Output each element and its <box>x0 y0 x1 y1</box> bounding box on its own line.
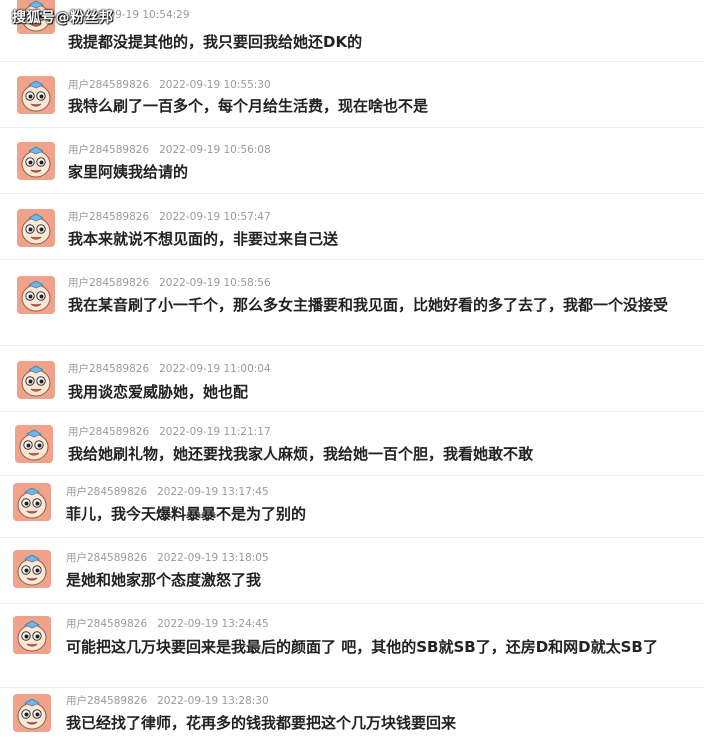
comment-meta: 用户284589826 2022-09-19 13:17:45 <box>66 484 269 499</box>
comment-username[interactable]: 用户284589826 <box>68 211 149 223</box>
avatar[interactable] <box>13 550 51 588</box>
comment-item: 用户284589826 2022-09-19 13:28:30 我已经找了律师，花… <box>0 688 705 742</box>
comment-time: 2022-09-19 10:56:08 <box>159 144 271 156</box>
comment-time: 2022-09-19 13:28:30 <box>157 695 269 707</box>
sohu-watermark: 搜狐号@粉丝邦 <box>12 10 114 26</box>
cartoon-face-icon <box>15 425 53 463</box>
comment-meta: 用户284589826 2022-09-19 10:56:08 <box>68 142 271 157</box>
comment-text: 我提都没提其他的，我只要回我给她还DK的 <box>68 33 363 51</box>
cartoon-face-icon <box>17 209 55 247</box>
comment-time: 2022-09-19 10:57:47 <box>159 211 271 223</box>
avatar[interactable] <box>17 361 55 399</box>
comment-meta: 用户284589826 2022-09-19 13:18:05 <box>66 550 269 565</box>
comment-time: 2022-09-19 13:17:45 <box>157 486 269 498</box>
comment-text: 我给她刷礼物，她还要找我家人麻烦，我给她一百个胆，我看她敢不敢 <box>68 445 534 463</box>
comment-text: 我在某音刷了小一千个，那么多女主播要和我见面，比她好看的多了去了，我都一个没接受 <box>68 296 669 314</box>
comment-username[interactable]: 用户284589826 <box>68 79 149 91</box>
comment-meta: 用户284589826 2022-09-19 13:24:45 <box>66 616 269 631</box>
comment-username[interactable]: 用户284589826 <box>68 277 149 289</box>
cartoon-face-icon <box>17 142 55 180</box>
cartoon-face-icon <box>13 616 51 654</box>
comment-username[interactable]: 用户284589826 <box>68 363 149 375</box>
cartoon-face-icon <box>13 483 51 521</box>
cartoon-face-icon <box>17 361 55 399</box>
comment-item: 用户284589826 2022-09-19 10:57:47 我本来就说不想见面… <box>0 194 705 260</box>
comment-item: 用户284589826 2022-09-19 11:21:17 我给她刷礼物，她还… <box>0 412 705 476</box>
comment-meta: 用户284589826 2022-09-19 11:00:04 <box>68 361 271 376</box>
comment-text: 我用谈恋爱威胁她，她也配 <box>68 383 249 401</box>
comment-text: 家里阿姨我给请的 <box>68 163 189 181</box>
comment-item: 用户284589826 2022-09-19 10:58:56 我在某音刷了小一千… <box>0 260 705 346</box>
avatar[interactable] <box>17 142 55 180</box>
comment-meta: 用户284589826 2022-09-19 10:57:47 <box>68 209 271 224</box>
avatar[interactable] <box>13 694 51 732</box>
comment-time: 2022-09-19 10:58:56 <box>159 277 271 289</box>
comment-meta: 用户284589826 2022-09-19 13:28:30 <box>66 693 269 708</box>
comment-time: 2022-09-19 11:21:17 <box>159 426 271 438</box>
comment-text: 我已经找了律师，花再多的钱我都要把这个几万块钱要回来 <box>66 714 457 732</box>
avatar[interactable] <box>13 616 51 654</box>
comment-username[interactable]: 用户284589826 <box>66 552 147 564</box>
avatar[interactable] <box>17 209 55 247</box>
comment-meta: 用户284589826 2022-09-19 11:21:17 <box>68 424 271 439</box>
comment-item: 用户284589826 2022-09-19 13:24:45 可能把这几万块要回… <box>0 604 705 688</box>
comment-username[interactable]: 用户284589826 <box>66 486 147 498</box>
comment-text: 菲儿，我今天爆料暴暴不是为了别的 <box>66 505 307 523</box>
comment-time: 2022-09-19 13:18:05 <box>157 552 269 564</box>
avatar[interactable] <box>15 425 53 463</box>
cartoon-face-icon <box>17 76 55 114</box>
avatar[interactable] <box>17 276 55 314</box>
comment-username[interactable]: 用户284589826 <box>66 618 147 630</box>
comment-text: 我本来就说不想见面的，非要过来自己送 <box>68 230 339 248</box>
comment-time: 2022-09-19 11:00:04 <box>159 363 271 375</box>
comment-item: 用户284589826 2022-09-19 10:55:30 我特么刷了一百多个… <box>0 62 705 128</box>
avatar[interactable] <box>13 483 51 521</box>
comment-username[interactable]: 用户284589826 <box>68 144 149 156</box>
comment-meta: 用户284589826 2022-09-19 10:55:30 <box>68 77 271 92</box>
comment-item: 用户284589826 2022-09-19 13:17:45 菲儿，我今天爆料暴… <box>0 476 705 538</box>
comment-time: 2022-09-19 13:24:45 <box>157 618 269 630</box>
comment-text: 我特么刷了一百多个，每个月给生活费，现在啥也不是 <box>68 97 429 115</box>
comment-text: 可能把这几万块要回来是我最后的颜面了 吧，其他的SB就SB了，还房D和网D就太S… <box>66 638 658 656</box>
comment-item: 用户284589826 2022-09-19 10:56:08 家里阿姨我给请的 <box>0 128 705 194</box>
comment-time: 2022-09-19 10:55:30 <box>159 79 271 91</box>
comment-item: 用户284589826 2022-09-19 11:00:04 我用谈恋爱威胁她，… <box>0 346 705 412</box>
comment-text: 是她和她家那个态度激怒了我 <box>66 571 262 589</box>
cartoon-face-icon <box>17 276 55 314</box>
avatar[interactable] <box>17 76 55 114</box>
cartoon-face-icon <box>13 550 51 588</box>
comment-username[interactable]: 用户284589826 <box>66 695 147 707</box>
comment-username[interactable]: 用户284589826 <box>68 426 149 438</box>
cartoon-face-icon <box>13 694 51 732</box>
comment-meta: 用户284589826 2022-09-19 10:58:56 <box>68 275 271 290</box>
comment-item: 用户284589826 2022-09-19 13:18:05 是她和她家那个态度… <box>0 538 705 604</box>
